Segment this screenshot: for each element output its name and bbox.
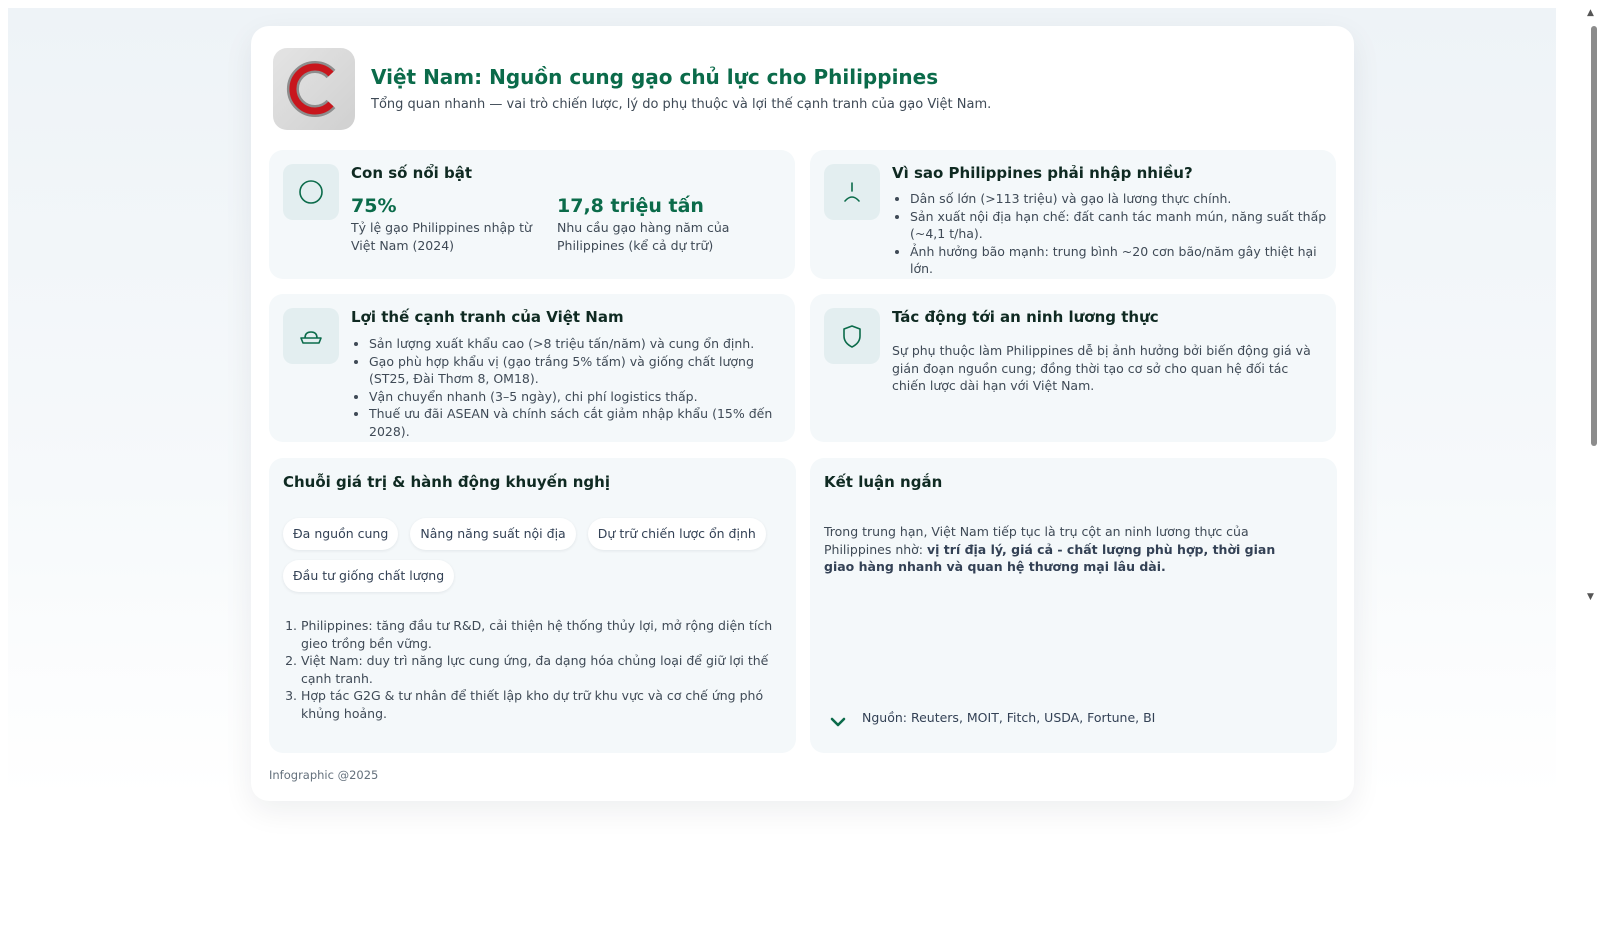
list-item: Dân số lớn (>113 triệu) và gạo là lương … — [910, 190, 1332, 208]
chip-quality-seeds[interactable]: Đầu tư giống chất lượng — [283, 560, 455, 592]
stat-annual-demand: 17,8 triệu tấn Nhu cầu gạo hàng năm của … — [557, 194, 757, 255]
value-chain-panel: Chuỗi giá trị & hành động khuyến nghị Đa… — [269, 458, 796, 753]
stat-label: Tỷ lệ gạo Philippines nhập từ Việt Nam (… — [351, 220, 532, 253]
chip-diversify-supply[interactable]: Đa nguồn cung — [283, 518, 399, 550]
advantages-list: Sản lượng xuất khẩu cao (>8 triệu tấn/nă… — [351, 335, 793, 440]
impact-icon-box — [824, 308, 880, 364]
circle-icon — [299, 180, 323, 204]
scrollbar-thumb[interactable] — [1591, 26, 1597, 446]
stat-label: Nhu cầu gạo hàng năm của Philippines (kể… — [557, 220, 730, 253]
source-text: Nguồn: Reuters, MOIT, Fitch, USDA, Fortu… — [862, 710, 1156, 725]
stat-import-share: 75% Tỷ lệ gạo Philippines nhập từ Việt N… — [351, 194, 547, 255]
impact-panel: Tác động tới an ninh lương thực Sự phụ t… — [810, 294, 1336, 442]
advantages-panel: Lợi thế cạnh tranh của Việt Nam Sản lượn… — [269, 294, 795, 442]
list-item: Gạo phù hợp khẩu vị (gạo trắng 5% tấm) v… — [369, 353, 793, 388]
highlights-title: Con số nổi bật — [351, 164, 473, 182]
chip-group: Đa nguồn cung Nâng năng suất nội địa Dự … — [283, 518, 783, 602]
list-item: Việt Nam: duy trì năng lực cung ứng, đa … — [301, 652, 789, 687]
list-item: Thuế ưu đãi ASEAN và chính sách cắt giảm… — [369, 405, 793, 440]
logo — [273, 48, 355, 130]
page-title: Việt Nam: Nguồn cung gạo chủ lực cho Phi… — [371, 65, 939, 89]
footer-text: Infographic @2025 — [269, 768, 379, 782]
alert-icon — [844, 182, 860, 202]
value-chain-title: Chuỗi giá trị & hành động khuyến nghị — [283, 473, 610, 491]
list-item: Philippines: tăng đầu tư R&D, cải thiện … — [301, 617, 789, 652]
advantages-icon-box — [283, 308, 339, 364]
highlights-panel: Con số nổi bật 75% Tỷ lệ gạo Philippines… — [269, 150, 795, 279]
ship-icon — [300, 331, 322, 344]
scroll-up-icon[interactable]: ▲ — [1587, 8, 1594, 18]
highlights-icon-box — [283, 164, 339, 220]
chip-strategic-reserve[interactable]: Dự trữ chiến lược ổn định — [587, 518, 766, 550]
why-import-panel: Vì sao Philippines phải nhập nhiều? Dân … — [810, 150, 1336, 279]
actions-list: Philippines: tăng đầu tư R&D, cải thiện … — [283, 617, 789, 722]
chip-raise-productivity[interactable]: Nâng năng suất nội địa — [410, 518, 576, 550]
list-item: Vận chuyển nhanh (3–5 ngày), chi phí log… — [369, 388, 793, 406]
conclusion-text: Trong trung hạn, Việt Nam tiếp tục là tr… — [824, 523, 1309, 576]
impact-title: Tác động tới an ninh lương thực — [892, 308, 1159, 326]
conclusion-title: Kết luận ngắn — [824, 473, 943, 491]
why-import-title: Vì sao Philippines phải nhập nhiều? — [892, 164, 1193, 182]
list-item: Ảnh hưởng bão mạnh: trung bình ~20 cơn b… — [910, 243, 1332, 278]
list-item: Sản xuất nội địa hạn chế: đất canh tác m… — [910, 208, 1332, 243]
stat-value: 75% — [351, 195, 397, 217]
conclusion-panel: Kết luận ngắn Trong trung hạn, Việt Nam … — [810, 458, 1337, 753]
list-item: Hợp tác G2G & tư nhân để thiết lập kho d… — [301, 687, 789, 722]
impact-text: Sự phụ thuộc làm Philippines dễ bị ảnh h… — [892, 343, 1311, 393]
c-logo-icon — [286, 61, 336, 117]
list-item: Sản lượng xuất khẩu cao (>8 triệu tấn/nă… — [369, 335, 793, 353]
chevron-down-icon[interactable] — [830, 716, 846, 728]
why-import-list: Dân số lớn (>113 triệu) và gạo là lương … — [892, 190, 1332, 278]
infographic-card: Việt Nam: Nguồn cung gạo chủ lực cho Phi… — [251, 26, 1354, 801]
why-import-icon-box — [824, 164, 880, 220]
shield-icon — [843, 325, 861, 348]
page-subtitle: Tổng quan nhanh — vai trò chiến lược, lý… — [371, 97, 992, 112]
scroll-down-icon[interactable]: ▼ — [1587, 592, 1594, 602]
stat-value: 17,8 triệu tấn — [557, 195, 704, 217]
advantages-title: Lợi thế cạnh tranh của Việt Nam — [351, 308, 624, 326]
